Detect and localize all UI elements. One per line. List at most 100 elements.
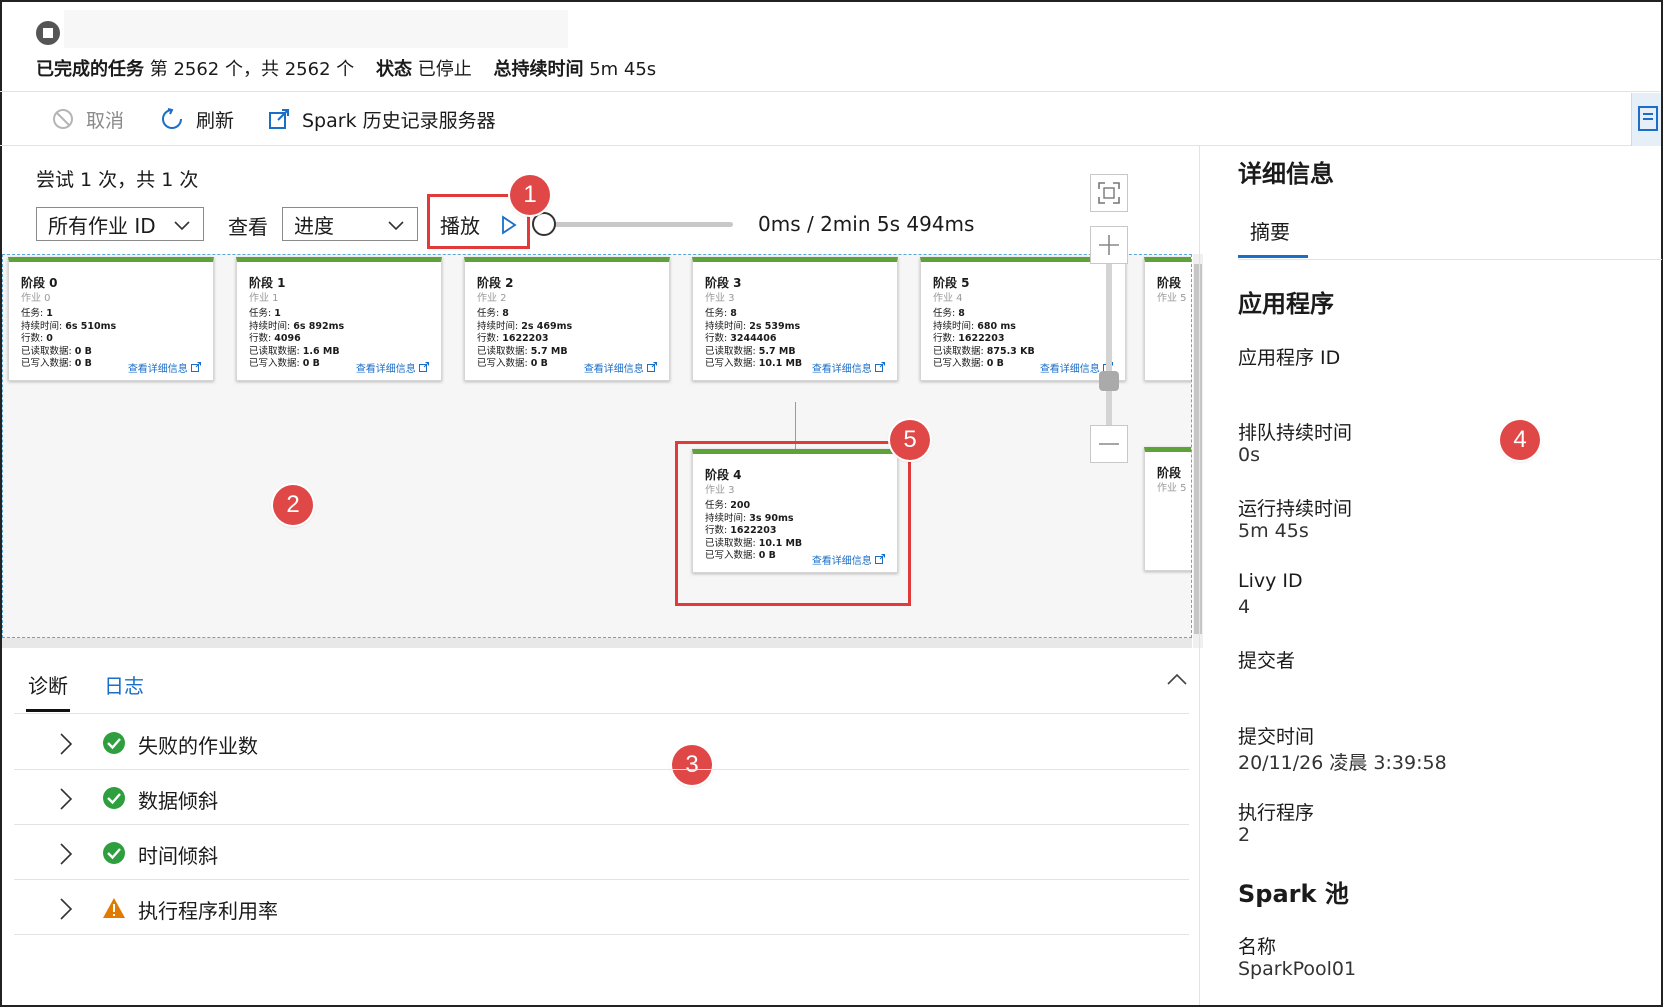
view-dropdown[interactable]: 进度 bbox=[282, 207, 418, 241]
app-id-label: 应用程序 ID bbox=[1238, 347, 1341, 369]
written-label: 已写入数据: bbox=[933, 358, 984, 369]
spark-history-server-button[interactable]: Spark 历史记录服务器 bbox=[268, 102, 496, 136]
stage-metrics: 任务: 8 持续时间: 680 ms 行数: 1622203 已读取数据: 875.3… bbox=[933, 308, 1035, 371]
stage-card[interactable]: 阶段 5 作业 4 任务: 8 持续时间: 680 ms 行数: 1622203 已读取数… bbox=[920, 257, 1126, 381]
rows-label: 行数: bbox=[477, 333, 500, 344]
tab-summary[interactable]: 摘要 bbox=[1238, 216, 1308, 258]
duration-label: 持续时间: bbox=[21, 320, 63, 332]
playback-time: 0ms / 2min 5s 494ms bbox=[758, 212, 975, 236]
read-value: 875.3 KB bbox=[986, 345, 1035, 357]
executors-value: 2 bbox=[1238, 824, 1251, 846]
document-icon[interactable] bbox=[1631, 93, 1661, 146]
duration-value: 2s 539ms bbox=[749, 320, 801, 332]
chevron-right-icon[interactable] bbox=[58, 842, 74, 866]
job-id-dropdown[interactable]: 所有作业 ID bbox=[36, 207, 204, 241]
warning-icon bbox=[103, 898, 125, 918]
executors-label: 执行程序 bbox=[1238, 802, 1315, 824]
view-details-link[interactable]: 查看详细信息 bbox=[356, 360, 429, 375]
tasks-label: 任务: bbox=[933, 308, 956, 319]
play-button[interactable]: 播放 bbox=[440, 210, 480, 239]
refresh-label: 刷新 bbox=[196, 109, 235, 132]
chevron-right-icon[interactable] bbox=[58, 897, 74, 921]
read-label: 已读取数据: bbox=[477, 345, 528, 357]
canvas-horizontal-scrollbar[interactable] bbox=[2, 638, 1192, 648]
stage-metrics: 任务: 8 持续时间: 2s 469ms 行数: 1622203 已读取数据: 5.7… bbox=[477, 308, 572, 371]
diagnostic-row[interactable]: 数据倾斜 bbox=[14, 771, 1189, 825]
status-label: 状态 bbox=[375, 59, 412, 80]
play-icon[interactable] bbox=[500, 214, 518, 236]
diagnostic-label: 失败的作业数 bbox=[138, 734, 258, 758]
tasks-value: 8 bbox=[958, 308, 965, 319]
read-value: 5.7 MB bbox=[758, 345, 796, 357]
zoom-slider-thumb[interactable] bbox=[1099, 371, 1119, 391]
chevron-right-icon[interactable] bbox=[58, 787, 74, 811]
zoom-out-button[interactable] bbox=[1090, 425, 1128, 463]
duration-label: 持续时间: bbox=[933, 320, 975, 332]
zoom-slider-track[interactable] bbox=[1106, 264, 1112, 429]
attempt-text: 尝试 1 次，共 1 次 bbox=[36, 169, 199, 191]
job-title-redacted bbox=[64, 10, 568, 48]
chevron-right-icon[interactable] bbox=[58, 732, 74, 756]
tab-diagnostics[interactable]: 诊断 bbox=[26, 670, 70, 712]
chevron-up-icon[interactable] bbox=[1165, 668, 1189, 692]
playback-slider-track[interactable] bbox=[543, 222, 733, 227]
status-value: 已停止 bbox=[417, 59, 472, 80]
diagnostic-row[interactable]: 执行程序利用率 bbox=[14, 881, 1189, 935]
chevron-down-icon bbox=[174, 221, 190, 231]
submitter-label: 提交者 bbox=[1238, 650, 1296, 672]
view-details-link[interactable]: 查看详细信息 bbox=[128, 360, 201, 375]
success-check-icon bbox=[103, 842, 125, 864]
stage-card-partial[interactable]: 阶段 作业 5 bbox=[1144, 447, 1191, 571]
spark-history-label: Spark 历史记录服务器 bbox=[302, 109, 496, 132]
open-external-icon bbox=[191, 362, 201, 372]
refresh-button[interactable]: 刷新 bbox=[160, 102, 234, 136]
stage-card[interactable]: 阶段 2 作业 2 任务: 8 持续时间: 2s 469ms 行数: 1622203 已读… bbox=[464, 257, 670, 381]
written-label: 已写入数据: bbox=[705, 358, 756, 369]
application-section-title: 应用程序 bbox=[1238, 290, 1334, 318]
stage-card[interactable]: 阶段 0 作业 0 任务: 1 持续时间: 6s 510ms 行数: 0 已读取数据: 0… bbox=[8, 257, 214, 381]
diagnostics-tab-bar: 诊断 日志 bbox=[14, 668, 1189, 714]
view-dropdown-value: 进度 bbox=[294, 213, 334, 238]
diagnostic-label: 执行程序利用率 bbox=[138, 899, 278, 923]
fit-to-view-button[interactable] bbox=[1090, 174, 1128, 212]
duration-label: 持续时间: bbox=[249, 320, 291, 332]
written-value: 10.1 MB bbox=[758, 358, 803, 369]
rows-label: 行数: bbox=[933, 333, 956, 344]
read-label: 已读取数据: bbox=[705, 345, 756, 357]
tasks-label: 任务: bbox=[249, 308, 272, 319]
tasks-value: 8 bbox=[502, 308, 509, 319]
livy-id-label: Livy ID bbox=[1238, 570, 1303, 592]
job-id-dropdown-value: 所有作业 ID bbox=[48, 213, 156, 238]
view-details-link[interactable]: 查看详细信息 bbox=[584, 360, 657, 375]
written-value: 0 B bbox=[986, 358, 1004, 369]
stage-job: 作业 0 bbox=[21, 293, 51, 304]
view-label: 查看 bbox=[228, 215, 268, 239]
chevron-down-icon bbox=[388, 221, 404, 231]
stage-card-partial[interactable]: 阶段 作业 5 bbox=[1144, 257, 1191, 381]
tasks-value: 1 bbox=[274, 308, 281, 319]
diagnostic-row[interactable]: 时间倾斜 bbox=[14, 826, 1189, 880]
minus-icon bbox=[1099, 443, 1119, 445]
stage-graph-canvas[interactable]: 阶段 0 作业 0 任务: 1 持续时间: 6s 510ms 行数: 0 已读取数据: 0… bbox=[2, 254, 1192, 638]
playback-slider-thumb[interactable] bbox=[532, 212, 556, 236]
open-external-icon bbox=[269, 109, 289, 129]
stage-card[interactable]: 阶段 3 作业 3 任务: 8 持续时间: 2s 539ms 行数: 3244406 已读… bbox=[692, 257, 898, 381]
details-panel: 详细信息 摘要 应用程序 应用程序 ID 排队持续时间 0s 运行持续时间 5m… bbox=[1199, 146, 1662, 1005]
cancel-button[interactable]: 取消 bbox=[52, 102, 124, 136]
zoom-in-button[interactable] bbox=[1090, 226, 1128, 264]
tab-logs[interactable]: 日志 bbox=[104, 670, 144, 709]
open-external-icon bbox=[875, 362, 885, 372]
stage-card[interactable]: 阶段 1 作业 1 任务: 1 持续时间: 6s 892ms 行数: 4096 已读取数据… bbox=[236, 257, 442, 381]
view-details-link[interactable]: 查看详细信息 bbox=[812, 360, 885, 375]
cancel-icon bbox=[53, 109, 73, 129]
queue-duration-value: 0s bbox=[1238, 444, 1260, 466]
read-label: 已读取数据: bbox=[933, 345, 984, 357]
diagnostic-row[interactable]: 失败的作业数 bbox=[14, 716, 1189, 770]
details-title: 详细信息 bbox=[1238, 160, 1334, 188]
fit-view-icon bbox=[1098, 182, 1120, 204]
stage-highlight bbox=[675, 441, 911, 606]
written-value: 0 B bbox=[302, 358, 320, 369]
stage-job: 作业 5 bbox=[1157, 483, 1187, 494]
rows-value: 3244406 bbox=[730, 333, 777, 344]
written-label: 已写入数据: bbox=[477, 358, 528, 369]
